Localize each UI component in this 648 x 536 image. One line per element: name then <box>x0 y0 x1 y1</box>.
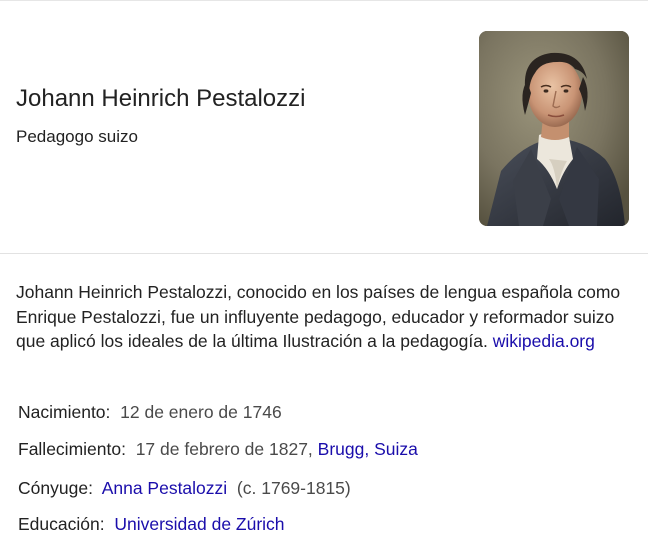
fact-birth-label[interactable]: Nacimiento <box>18 402 106 422</box>
fact-birth-value: 12 de enero de 1746 <box>120 402 282 422</box>
wikipedia-source-link[interactable]: wikipedia.org <box>493 331 595 351</box>
fact-death-value: 17 de febrero de 1827, <box>135 439 313 459</box>
entity-subtitle: Pedagogo suizo <box>16 127 138 146</box>
entity-title: Johann Heinrich Pestalozzi <box>16 85 306 112</box>
fact-spouse: Cónyuge: Anna Pestalozzi (c. 1769-1815) <box>18 476 351 500</box>
education-link[interactable]: Universidad de Zúrich <box>114 514 284 534</box>
death-place-link[interactable]: Brugg, Suiza <box>318 439 418 459</box>
fact-separator: : <box>88 478 102 498</box>
fact-education-label[interactable]: Educación <box>18 514 100 534</box>
fact-death-label[interactable]: Fallecimiento <box>18 439 121 459</box>
fact-education: Educación: Universidad de Zúrich <box>18 512 285 536</box>
fact-spouse-label[interactable]: Cónyuge <box>18 478 88 498</box>
panel-header: Johann Heinrich Pestalozzi Pedagogo suiz… <box>0 1 648 254</box>
portrait-painting <box>479 31 629 226</box>
fact-death: Fallecimiento: 17 de febrero de 1827, Br… <box>18 437 418 461</box>
fact-separator: : <box>105 402 121 422</box>
knowledge-panel: Johann Heinrich Pestalozzi Pedagogo suiz… <box>0 0 648 534</box>
fact-birth: Nacimiento: 12 de enero de 1746 <box>18 400 282 424</box>
portrait-image[interactable] <box>479 31 629 226</box>
fact-separator: : <box>121 439 136 459</box>
fact-separator: : <box>99 514 115 534</box>
spouse-years: (c. 1769-1815) <box>236 478 351 498</box>
spouse-link[interactable]: Anna Pestalozzi <box>102 478 228 498</box>
entity-description: Johann Heinrich Pestalozzi, conocido en … <box>16 280 636 354</box>
